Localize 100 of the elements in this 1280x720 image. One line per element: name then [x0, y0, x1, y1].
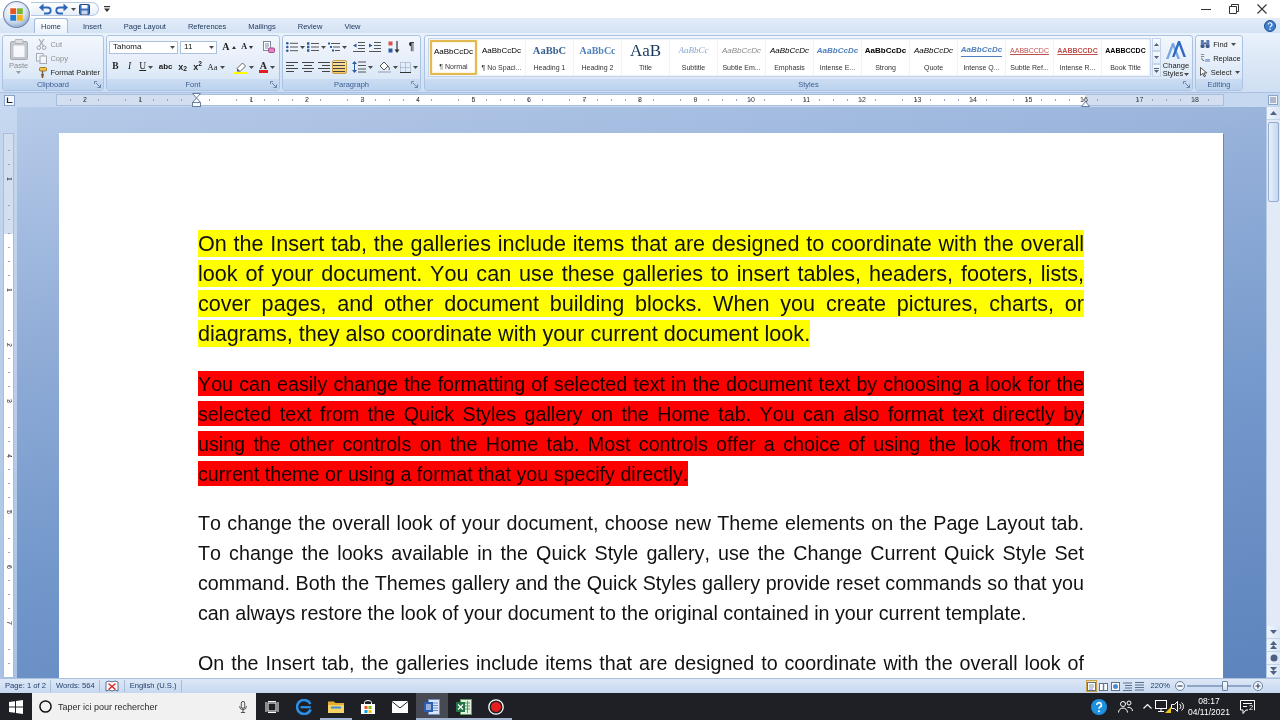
underline-button[interactable]: U	[137, 60, 156, 74]
zoom-out-icon[interactable]	[1175, 681, 1185, 691]
scroll-up-button[interactable]	[1267, 107, 1280, 120]
help-icon[interactable]	[1090, 698, 1107, 715]
caret-icon	[269, 65, 275, 69]
speech-bubble-icon	[1240, 699, 1255, 714]
chevron-up-icon[interactable]	[1142, 704, 1152, 709]
microphone-icon[interactable]	[239, 700, 247, 713]
font-color-button[interactable]: A	[256, 60, 277, 74]
align-left-icon	[286, 62, 299, 72]
scrollbar-thumb[interactable]	[1268, 122, 1279, 202]
line-spacing-icon[interactable]	[351, 61, 366, 73]
caret-icon[interactable]	[341, 45, 347, 49]
caret-icon	[1234, 70, 1240, 74]
proofing-book-icon[interactable]	[104, 680, 119, 692]
clock-date: 04/11/2021	[1188, 706, 1230, 718]
caret-icon	[1184, 72, 1190, 76]
borders-icon[interactable]	[399, 61, 411, 73]
scroll-down-button[interactable]	[1267, 626, 1280, 639]
dialog-launcher-icon[interactable]	[94, 81, 101, 88]
previous-page-button[interactable]	[1267, 639, 1280, 652]
slider-thumb[interactable]	[1222, 681, 1229, 691]
zoom-in-icon[interactable]	[1253, 681, 1263, 691]
dialog-launcher-icon[interactable]	[411, 81, 418, 88]
restore-icon[interactable]	[1229, 4, 1239, 14]
record-icon	[488, 698, 504, 715]
caret-icon[interactable]	[320, 45, 326, 49]
minimize-icon[interactable]	[1201, 8, 1211, 10]
undo-icon[interactable]	[39, 3, 52, 15]
view-button[interactable]	[1097, 680, 1109, 692]
multilevel-list-icon[interactable]	[327, 42, 340, 52]
grow-font-button[interactable]: A	[220, 40, 238, 54]
view-button[interactable]	[1121, 680, 1133, 692]
decrease-indent-icon[interactable]	[352, 42, 365, 52]
font-size-field[interactable]: 11	[180, 40, 218, 54]
style-preview: AaB	[629, 43, 662, 58]
view-button[interactable]	[1085, 680, 1097, 692]
cursor-arrow-icon	[1200, 66, 1208, 78]
caret-icon[interactable]	[71, 7, 76, 11]
show-formatting-marks-button[interactable]: ¶	[405, 40, 418, 54]
caret-icon[interactable]	[392, 65, 398, 69]
dialog-launcher-icon[interactable]	[1183, 81, 1190, 88]
gallery-down-button[interactable]	[1152, 51, 1161, 64]
italic-button[interactable]: I	[123, 60, 136, 74]
caret-icon[interactable]	[412, 65, 418, 69]
align-center-button[interactable]	[300, 60, 316, 74]
shrink-font-button[interactable]: A	[238, 40, 256, 54]
font-name-field[interactable]: Tahoma	[109, 40, 179, 54]
next-page-button[interactable]	[1267, 665, 1280, 678]
save-icon[interactable]	[79, 3, 90, 15]
binoculars-icon	[1200, 39, 1211, 49]
browse-object-button[interactable]	[1267, 652, 1280, 665]
close-icon[interactable]	[1257, 4, 1267, 14]
change-case-button[interactable]: Aa	[205, 60, 227, 74]
bullet-list-icon[interactable]	[285, 42, 298, 52]
sort-icon[interactable]	[387, 41, 400, 53]
clear-formatting-icon[interactable]	[262, 41, 275, 53]
search-field[interactable]: Taper ici pour rechercher	[32, 693, 256, 720]
gallery-up-button[interactable]	[1152, 38, 1161, 51]
taskbar-button[interactable]	[416, 693, 448, 720]
start-icon[interactable]	[9, 699, 23, 714]
justify-button[interactable]	[331, 60, 347, 74]
caret-icon	[170, 45, 176, 49]
page-icon	[1086, 681, 1096, 691]
redo-icon[interactable]	[55, 3, 68, 15]
clock[interactable]: 08:17 04/11/2021	[1185, 693, 1233, 720]
scissors-icon	[36, 39, 48, 51]
tab-stop-selector-icon[interactable]	[4, 94, 15, 106]
caret-icon[interactable]	[299, 45, 305, 49]
numbered-list-icon[interactable]	[306, 42, 319, 52]
speaker-icon[interactable]	[1171, 701, 1184, 712]
view-button[interactable]	[1133, 680, 1145, 692]
align-justify-icon	[333, 62, 346, 72]
align-right-button[interactable]	[316, 60, 331, 74]
up-triangle-icon	[231, 45, 236, 49]
copy-icon	[36, 53, 48, 64]
highlighter-icon[interactable]	[233, 60, 247, 74]
subscript-button[interactable]: x$_{2}$	[175, 60, 190, 74]
gallery-more-button[interactable]	[1152, 64, 1161, 77]
strikethrough-button[interactable]: abc	[156, 60, 175, 74]
paragraph: To change the overall look of your document, choose new Theme elements on the Page Layout tab. To change the looks available in the Quick Style gallery, use the Change Current Quick Style Set command. Both the Themes gallery and the Quick Styles gallery provide reset commands so that you can always restore the look of your document to the original contained in your current template.	[198, 511, 1084, 626]
paint-bucket-icon[interactable]	[377, 61, 391, 73]
double-down-arrow-icon	[1270, 667, 1277, 675]
superscript-button[interactable]: x$^{2}$	[190, 60, 205, 74]
globe-page-icon	[1110, 681, 1120, 691]
caret-icon[interactable]	[248, 65, 254, 69]
highlighted-paragraph: You can easily change the formatting of selected text in the document text by choosing a look for the selected text from the Quick Styles gallery on the Home tab. You can also format text directly by using the other controls on the Home tab. Most controls offer a choice of using the look from the current theme or using a format that you specify directly.	[198, 370, 1084, 488]
indent-marker-icon[interactable]	[191, 93, 201, 107]
network-icon[interactable]	[1154, 700, 1171, 713]
caret-icon[interactable]	[367, 65, 373, 69]
view-button[interactable]	[1109, 680, 1121, 692]
bold-button[interactable]: B	[109, 60, 122, 74]
align-left-button[interactable]	[285, 60, 300, 74]
people-icon[interactable]	[1118, 700, 1133, 713]
align-right-icon	[317, 62, 330, 72]
customize-caret-icon[interactable]	[104, 6, 110, 12]
increase-indent-icon[interactable]	[368, 42, 381, 52]
dialog-launcher-icon[interactable]	[270, 81, 277, 88]
help-icon[interactable]	[1264, 19, 1276, 32]
spreadsheet-app-icon	[456, 698, 472, 715]
